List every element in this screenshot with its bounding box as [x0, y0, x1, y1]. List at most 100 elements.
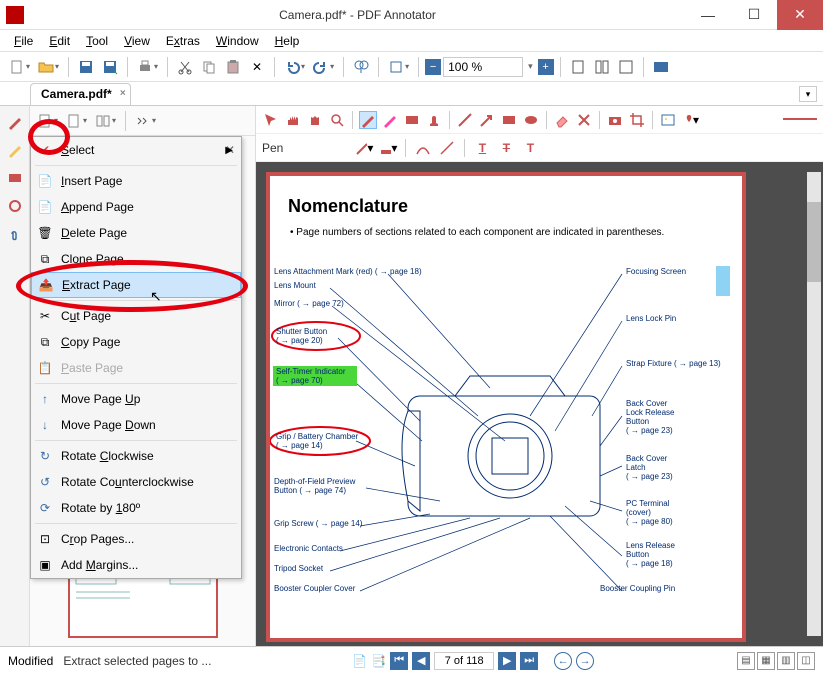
menu-move-down[interactable]: ↓Move Page Down: [31, 412, 241, 438]
menu-cut-page[interactable]: ✂Cut Page: [31, 303, 241, 329]
marker-tool-icon[interactable]: [381, 111, 399, 129]
copy-button[interactable]: [198, 56, 220, 78]
text-strike-icon[interactable]: T: [497, 139, 515, 157]
panel-page-menu-button[interactable]: [63, 110, 90, 132]
menu-select[interactable]: ✔ Select▶: [31, 137, 241, 163]
view-mode-4-button[interactable]: ◫: [797, 652, 815, 670]
save-button[interactable]: [75, 56, 97, 78]
scrollbar-thumb[interactable]: [807, 202, 821, 282]
eraser-tool-icon[interactable]: [553, 111, 571, 129]
crop-tool-icon[interactable]: [628, 111, 646, 129]
save-as-button[interactable]: [99, 56, 121, 78]
text-squiggle-icon[interactable]: T: [521, 139, 539, 157]
menu-help[interactable]: Help: [269, 32, 306, 50]
vertical-scrollbar[interactable]: [807, 172, 821, 636]
nav-back-button[interactable]: ←: [554, 652, 572, 670]
tool-attach-icon[interactable]: [5, 224, 25, 244]
pan-tool-icon[interactable]: [284, 111, 302, 129]
menu-view[interactable]: View: [118, 32, 156, 50]
zoom-in-button[interactable]: +: [538, 59, 554, 75]
tab-close-icon[interactable]: ×: [120, 88, 126, 99]
open-button[interactable]: [35, 56, 62, 78]
tab-overflow-button[interactable]: ▾: [799, 86, 817, 102]
zoom-dd-icon[interactable]: ▾: [525, 61, 536, 72]
nav-first-button[interactable]: ⏮: [390, 652, 408, 670]
svg-text:Lens Release: Lens Release: [626, 541, 675, 550]
camera-tool-icon[interactable]: [606, 111, 624, 129]
menu-extract-page[interactable]: 📤Extract Page: [31, 272, 241, 298]
menu-window[interactable]: Window: [210, 32, 265, 50]
fit-button[interactable]: [385, 56, 412, 78]
rect-tool-icon[interactable]: [500, 111, 518, 129]
nav-prev-button[interactable]: ◀: [412, 652, 430, 670]
tool-text-icon[interactable]: [5, 168, 25, 188]
menu-add-margins[interactable]: ▣Add Margins...: [31, 552, 241, 578]
page-viewport[interactable]: Nomenclature • Page numbers of sections …: [256, 162, 823, 646]
menu-extras[interactable]: Extras: [160, 32, 206, 50]
hand-tool-icon[interactable]: [306, 111, 324, 129]
fullscreen-button[interactable]: [650, 56, 672, 78]
menu-file[interactable]: File: [8, 32, 39, 50]
page-indicator[interactable]: 7 of 118: [434, 652, 494, 670]
menu-clone-page[interactable]: ⧉Clone Page: [31, 246, 241, 272]
pen-style-icon[interactable]: ▾: [355, 139, 373, 157]
redo-button[interactable]: [310, 56, 337, 78]
panel-settings-button[interactable]: [132, 110, 159, 132]
panel-newpage-button[interactable]: [34, 110, 61, 132]
erase-all-icon[interactable]: [575, 111, 593, 129]
undo-button[interactable]: [281, 56, 308, 78]
nav-forward-button[interactable]: →: [576, 652, 594, 670]
menu-rotate-ccw[interactable]: ↺Rotate Counterclockwise: [31, 469, 241, 495]
zoom-tool-icon[interactable]: [328, 111, 346, 129]
minimize-button[interactable]: —: [685, 0, 731, 30]
cut-button[interactable]: [174, 56, 196, 78]
tool-pen-icon[interactable]: [5, 112, 25, 132]
delete-button[interactable]: ✕: [246, 56, 268, 78]
pen-color-icon[interactable]: ▾: [379, 139, 397, 157]
menu-crop-pages[interactable]: ⊡Crop Pages...: [31, 526, 241, 552]
menu-move-up[interactable]: ↑Move Page Up: [31, 386, 241, 412]
view-mode-2-button[interactable]: ▦: [757, 652, 775, 670]
menu-rotate-cw[interactable]: ↻Rotate Clockwise: [31, 443, 241, 469]
menu-copy-page[interactable]: ⧉Copy Page: [31, 329, 241, 355]
menu-append-page[interactable]: 📄Append Page: [31, 194, 241, 220]
layout3-button[interactable]: [615, 56, 637, 78]
zoom-out-button[interactable]: −: [425, 59, 441, 75]
favorite-tool-icon[interactable]: ▾: [681, 111, 699, 129]
status-icon-1[interactable]: 📄: [352, 654, 367, 668]
line-tool-icon[interactable]: [456, 111, 474, 129]
status-icon-2[interactable]: 📑: [371, 654, 386, 668]
nav-last-button[interactable]: ⏭: [520, 652, 538, 670]
ellipse-tool-icon[interactable]: [522, 111, 540, 129]
layout1-button[interactable]: [567, 56, 589, 78]
tool-marker-icon[interactable]: [5, 140, 25, 160]
nav-next-button[interactable]: ▶: [498, 652, 516, 670]
zoom-field[interactable]: 100 %: [443, 57, 523, 77]
menu-edit[interactable]: Edit: [43, 32, 76, 50]
image-tool-icon[interactable]: [659, 111, 677, 129]
pen-tool-icon[interactable]: [359, 111, 377, 129]
pointer-tool-icon[interactable]: [262, 111, 280, 129]
menu-rotate-180[interactable]: ⟳Rotate by 180º: [31, 495, 241, 521]
line-straight-icon[interactable]: [438, 139, 456, 157]
search-button[interactable]: [350, 56, 372, 78]
arrow-tool-icon[interactable]: [478, 111, 496, 129]
menu-insert-page[interactable]: 📄Insert Page: [31, 168, 241, 194]
menu-tool[interactable]: Tool: [80, 32, 114, 50]
panel-view-button[interactable]: [92, 110, 119, 132]
view-mode-1-button[interactable]: ▤: [737, 652, 755, 670]
layout2-button[interactable]: [591, 56, 613, 78]
document-tab[interactable]: Camera.pdf* ×: [30, 83, 131, 105]
text-underline-icon[interactable]: T: [473, 139, 491, 157]
tool-stamp-icon[interactable]: [5, 196, 25, 216]
paste-button[interactable]: [222, 56, 244, 78]
new-doc-button[interactable]: [6, 56, 33, 78]
view-mode-3-button[interactable]: ▥: [777, 652, 795, 670]
close-button[interactable]: ✕: [777, 0, 823, 30]
textbox-tool-icon[interactable]: [403, 111, 421, 129]
line-curve-icon[interactable]: [414, 139, 432, 157]
menu-delete-page[interactable]: 🗑Delete Page: [31, 220, 241, 246]
maximize-button[interactable]: ☐: [731, 0, 777, 30]
stamp-tool-icon[interactable]: [425, 111, 443, 129]
print-button[interactable]: [134, 56, 161, 78]
